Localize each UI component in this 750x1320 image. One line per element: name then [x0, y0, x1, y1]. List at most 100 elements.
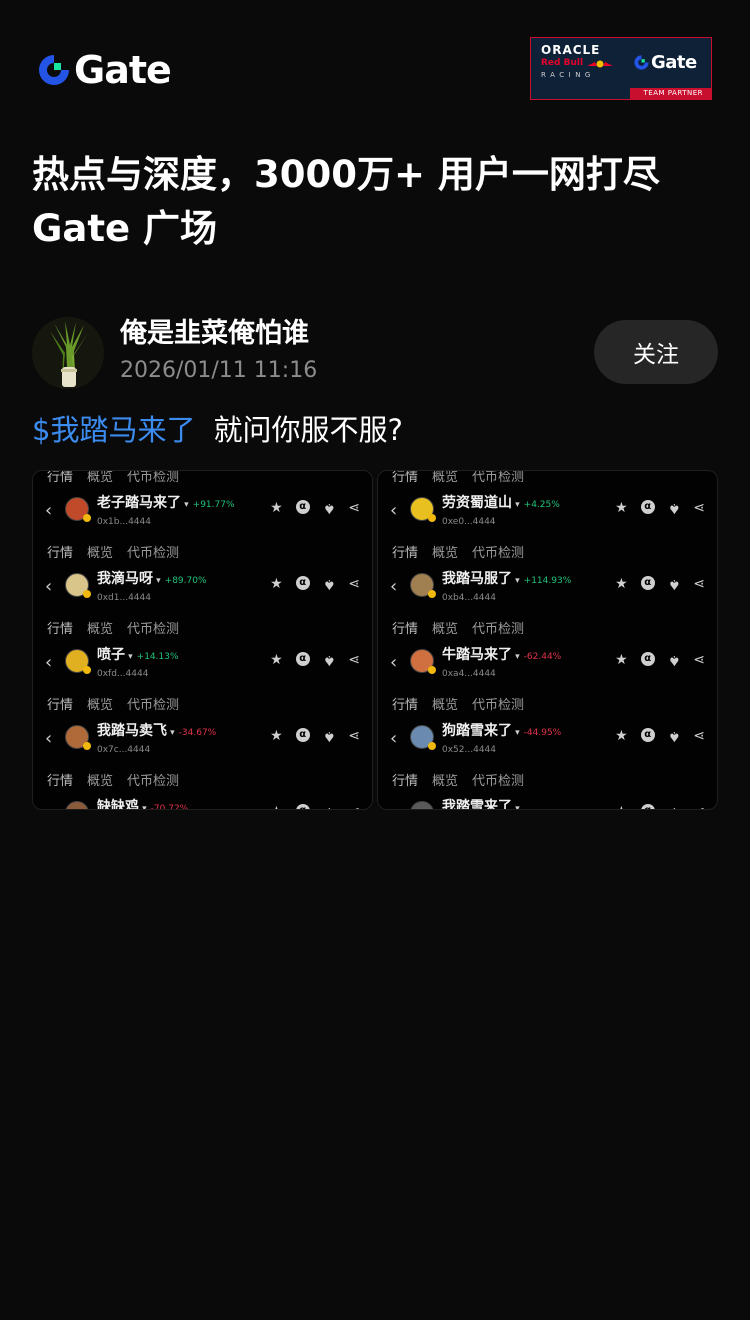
coin-actions: ★ α ♠ ⋖: [615, 652, 705, 668]
shot-tabs-row: 行情 概览 代币检测: [378, 470, 717, 487]
coin-change: +114.93%: [523, 576, 572, 586]
page-headline: 热点与深度，3000万+ 用户一网打尽 Gate 广场: [32, 148, 722, 256]
coin-badge-icon: [428, 514, 436, 522]
shot-right-content: 行情 概览 代币检测 ‹ 劳资蜀道山 ▾ +4.25% 0xe0...4444 ★ α ♠ ⋖ 行情概…: [378, 470, 717, 810]
caret-down-icon: ▾: [512, 728, 520, 738]
shot-tab: 行情: [392, 470, 419, 485]
shot-tab: 代币检测: [127, 545, 180, 561]
app-header: Gate ORACLE Red Bull RACING Gate TEAM PA…: [0, 0, 750, 130]
shot-tab: 代币检测: [472, 773, 525, 789]
author-name[interactable]: 俺是韭菜俺怕谁: [120, 316, 309, 352]
back-icon: ‹: [45, 805, 52, 810]
alpha-icon: α: [640, 576, 655, 590]
star-icon: ★: [270, 576, 283, 592]
coin-actions: ★ α ♠ ⋖: [270, 804, 360, 809]
shot-tabs-row: 行情 概览 代币检测: [378, 539, 717, 563]
coin-name-text: 缺缺鸡: [97, 799, 139, 810]
coin-change: +4.25%: [523, 500, 560, 510]
coin-address: 0xb4...4444: [442, 593, 496, 603]
post-images: 行情 概览 代币检测 ‹ 老子踏马来了 ▾ +91.77% 0x1b...4444 ★ α ♠ ⋖ 行…: [32, 470, 718, 810]
shot-tab: 代币检测: [472, 621, 525, 637]
coin-row: ‹ 缺缺鸡 ▾-70.72% ★ α ♠ ⋖: [33, 791, 372, 810]
coin-actions: ★ α ♠ ⋖: [615, 804, 705, 809]
coin-avatar: [65, 801, 89, 809]
shot-tab: 概览: [87, 697, 114, 713]
shot-tab: 行情: [47, 470, 74, 485]
back-icon: ‹: [45, 500, 53, 521]
coin-change: -34.67%: [178, 728, 217, 738]
team-partner-badge: ORACLE Red Bull RACING Gate TEAM PARTNER: [530, 37, 712, 100]
leek-avatar-icon: [32, 317, 104, 389]
follow-button[interactable]: 关注: [594, 320, 718, 384]
caret-down-icon: ▾: [512, 500, 520, 510]
author-avatar[interactable]: [32, 317, 104, 389]
share-icon: ⋖: [348, 500, 360, 516]
shot-tab: 代币检测: [127, 621, 180, 637]
coin-name: 喷子 ▾ +14.13%: [97, 646, 179, 666]
shot-tabs-row: 行情 概览 代币检测: [378, 615, 717, 639]
coin-address: 0xd1...4444: [97, 593, 151, 603]
shot-tabs-row: 行情 概览 代币检测: [33, 767, 372, 791]
coin-name-text: 牛踏马来了: [442, 647, 512, 663]
coin-badge-icon: [428, 666, 436, 674]
share-icon: ⋖: [693, 652, 705, 668]
alpha-icon: α: [640, 728, 655, 742]
alpha-icon: α: [295, 500, 310, 514]
coin-actions: ★ α ♠ ⋖: [615, 576, 705, 592]
shot-tab: 行情: [47, 773, 74, 789]
shot-tab: 代币检测: [127, 773, 180, 789]
alpha-icon: α: [640, 500, 655, 514]
coin-name-text: 我踏马卖飞: [97, 723, 167, 739]
post-content: $我踏马来了 就问你服不服?: [32, 410, 403, 450]
shot-tab: 行情: [47, 545, 74, 561]
ticker-link[interactable]: $我踏马来了: [32, 413, 195, 447]
coin-address: 0x1b...4444: [97, 517, 151, 527]
shot-tab: 行情: [392, 697, 419, 713]
shot-tab: 概览: [432, 697, 459, 713]
coin-address: 0xe0...4444: [442, 517, 496, 527]
shot-tab: 代币检测: [472, 545, 525, 561]
bell-icon: ♠: [322, 576, 336, 592]
back-icon: ‹: [390, 500, 398, 521]
coin-row: ‹ 我踏马服了 ▾ +114.93% 0xb4...4444 ★ α ♠ ⋖: [378, 563, 717, 615]
headline-line-2: Gate 广场: [32, 207, 217, 250]
coin-change: -44.95%: [523, 728, 562, 738]
star-icon: ★: [270, 652, 283, 668]
oracle-text: ORACLE: [541, 43, 601, 57]
share-icon: ⋖: [348, 652, 360, 668]
gate-logo-icon: [39, 55, 69, 85]
post-timestamp: 2026/01/11 11:16: [120, 358, 318, 383]
caret-down-icon: ▾: [512, 804, 520, 810]
caret-down-icon: ▾: [512, 652, 520, 662]
back-icon: ‹: [45, 576, 53, 597]
redbull-text: Red Bull: [541, 58, 584, 68]
back-icon: ‹: [45, 728, 53, 749]
gate-logo[interactable]: Gate: [36, 50, 172, 90]
coin-address: 0xa4...4444: [442, 669, 496, 679]
shot-tabs-row: 行情 概览 代币检测: [33, 539, 372, 563]
alpha-icon: α: [295, 652, 310, 666]
alpha-icon: α: [640, 652, 655, 666]
coin-actions: ★ α ♠ ⋖: [270, 728, 360, 744]
coin-change: -70.72%: [150, 804, 189, 810]
coin-name: 缺缺鸡 ▾ -70.72%: [97, 798, 189, 810]
bell-icon: ♠: [667, 728, 681, 744]
alpha-icon: α: [295, 728, 310, 742]
shot-left-content: 行情 概览 代币检测 ‹ 老子踏马来了 ▾ +91.77% 0x1b...4444 ★ α ♠ ⋖ 行…: [33, 470, 372, 810]
shot-tab: 行情: [47, 621, 74, 637]
coin-actions: ★ α ♠ ⋖: [615, 500, 705, 516]
coin-change: +91.77%: [192, 500, 235, 510]
star-icon: ★: [270, 500, 283, 516]
post-image-left[interactable]: 行情 概览 代币检测 ‹ 老子踏马来了 ▾ +91.77% 0x1b...4444 ★ α ♠ ⋖ 行…: [32, 470, 373, 810]
back-icon: ‹: [390, 728, 398, 749]
share-icon: ⋖: [693, 728, 705, 744]
caret-down-icon: ▾: [167, 728, 175, 738]
coin-name-text: 我滴马呀: [97, 571, 153, 587]
post-image-right[interactable]: 行情 概览 代币检测 ‹ 劳资蜀道山 ▾ +4.25% 0xe0...4444 ★ α ♠ ⋖ 行情概…: [377, 470, 718, 810]
star-icon: ★: [615, 576, 628, 592]
coin-name: 牛踏马来了 ▾ -62.44%: [442, 646, 561, 666]
share-icon: ⋖: [693, 576, 705, 592]
shot-tab: 概览: [87, 545, 114, 561]
coin-actions: ★ α ♠ ⋖: [270, 652, 360, 668]
coin-address: 0x52...4444: [442, 745, 496, 755]
